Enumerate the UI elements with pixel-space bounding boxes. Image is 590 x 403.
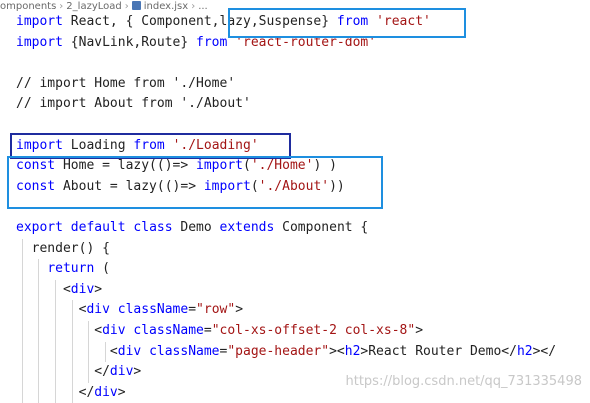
code-text: Component { (274, 220, 369, 235)
code-text: > (94, 281, 103, 297)
code-text: < (16, 323, 103, 338)
code-text: > (415, 323, 424, 338)
code-text: > (133, 364, 142, 380)
code-line: render() { (16, 239, 110, 259)
code-line: return ( (16, 259, 110, 279)
code-line: // import About from './About' (16, 94, 251, 114)
code-text: // import About from './About' (16, 96, 251, 112)
code-line: </div> (16, 383, 126, 403)
code-text: >< (329, 343, 345, 359)
code-keyword: div (86, 302, 110, 318)
code-text: < (16, 343, 118, 359)
code-line: <div className="row"> (16, 300, 243, 320)
code-text: = (188, 302, 197, 318)
code-keyword: return (47, 261, 95, 277)
code-text: < (16, 302, 87, 318)
code-line: </div> (16, 362, 141, 382)
code-text: < (16, 281, 71, 297)
code-keyword: export (16, 220, 63, 235)
code-keyword: from (196, 34, 228, 50)
code-keyword: div (94, 384, 118, 400)
code-keyword: extends (219, 220, 275, 235)
code-text: React, { Component, (62, 14, 220, 29)
code-keyword: div (109, 364, 134, 380)
code-keyword: class (133, 220, 173, 235)
code-keyword: h2 (516, 343, 533, 359)
code-keyword: className (149, 343, 220, 359)
code-keyword: default (70, 220, 126, 235)
code-text: Demo (172, 220, 220, 235)
code-text: ></ (532, 343, 557, 359)
code-string: "row" (196, 302, 236, 318)
code-keyword: className (117, 302, 189, 318)
code-keyword: import (16, 14, 63, 29)
code-text: </ (16, 384, 95, 400)
code-line: <div> (16, 280, 102, 300)
highlight-box-lazy-components (7, 156, 383, 209)
code-string: "page-header" (227, 343, 330, 359)
code-line: // import Home from './Home' (16, 74, 235, 94)
code-editor[interactable]: import React, { Component,lazy,Suspense}… (0, 0, 590, 403)
code-text: >React Router Demo</ (360, 343, 517, 359)
code-keyword: div (70, 281, 95, 297)
code-text: {NavLink,Route} (62, 34, 197, 50)
code-keyword: div (102, 323, 126, 338)
code-text: > (235, 302, 244, 318)
code-keyword: h2 (344, 343, 361, 359)
code-line: <div className="col-xs-offset-2 col-xs-8… (16, 321, 423, 341)
code-keyword: div (117, 343, 142, 359)
code-text: render() { (16, 240, 110, 256)
code-text: > (117, 384, 126, 400)
code-text: = (203, 323, 212, 338)
code-text: </ (16, 364, 110, 380)
code-text: ( (94, 261, 110, 277)
code-line: export default class Demo extends Compon… (16, 218, 368, 238)
code-text: // import Home from './Home' (16, 75, 236, 91)
code-string: "col-xs-offset-2 col-xs-8" (211, 323, 416, 338)
code-line: <div className="page-header"><h2>React R… (16, 342, 556, 362)
watermark-text: https://blog.csdn.net/qq_731335498 (345, 374, 582, 389)
code-keyword: className (133, 323, 204, 338)
highlight-box-lazy-suspense (228, 8, 466, 38)
code-keyword: import (16, 34, 63, 50)
